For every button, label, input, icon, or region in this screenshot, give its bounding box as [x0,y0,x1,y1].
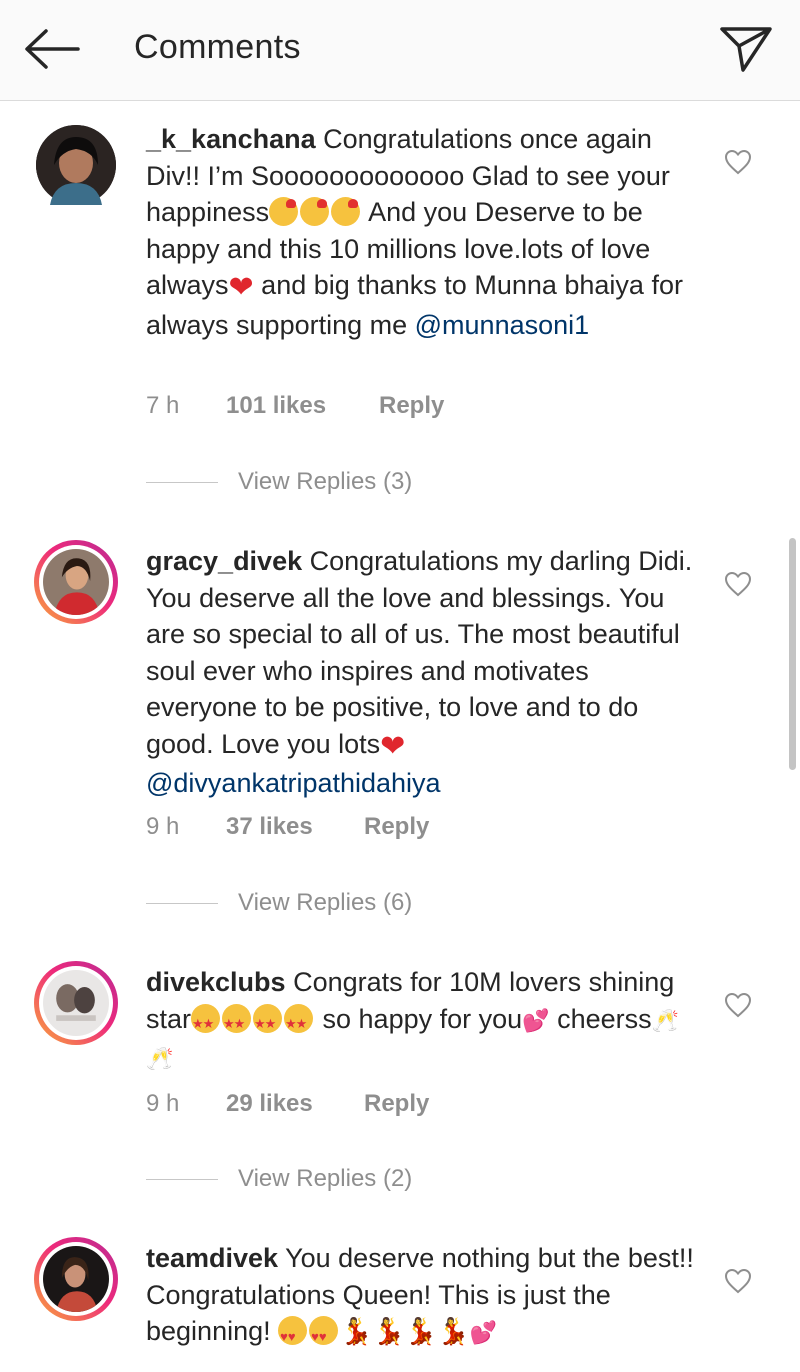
comment-text: _k_kanchana Congratulations once again D… [146,121,706,343]
kiss-emoji-icon [269,197,362,227]
star-struck-emoji-icon [191,1003,315,1042]
reply-button[interactable]: Reply [364,813,429,841]
scrollbar[interactable] [789,538,796,770]
avatar[interactable] [34,1237,118,1321]
profile-photo-icon [43,970,109,1036]
comment-username[interactable]: teamdivek [146,1243,278,1273]
like-heart-icon[interactable] [724,1268,752,1294]
view-replies-label: View Replies (2) [238,1165,413,1192]
comment-username[interactable]: _k_kanchana [146,124,316,154]
comment-text: teamdivek You deserve nothing but the be… [146,1240,706,1356]
mention-link[interactable]: @munnasoni1 [415,310,590,340]
comment-body-3: cheerss [549,1003,652,1034]
dancer-emoji-icon: 💃💃💃💃 [340,1316,470,1346]
view-replies-label: View Replies (3) [238,468,413,495]
top-bar: Comments [0,0,800,101]
view-replies-button[interactable]: View Replies (2) [146,1165,546,1195]
view-replies-button[interactable]: View Replies (3) [146,468,546,498]
comment-time: 9 h [146,1090,180,1117]
like-heart-icon[interactable] [724,149,752,175]
reply-button[interactable]: Reply [379,392,444,420]
mention-link[interactable]: @divyankatripathidahiya [146,768,441,798]
divider [146,903,218,904]
comment-text: divekclubs Congrats for 10M lovers shini… [146,964,706,1078]
comments-list[interactable]: _k_kanchana Congratulations once again D… [0,101,800,1372]
likes-count[interactable]: 37 likes [226,813,313,841]
direct-message-icon[interactable] [718,24,774,74]
comment-username[interactable]: divekclubs [146,967,286,997]
reply-button[interactable]: Reply [364,1090,429,1118]
comment-time: 9 h [146,813,180,840]
likes-count[interactable]: 29 likes [226,1090,313,1118]
red-heart-emoji-icon: ❤ [228,271,254,304]
comment-time: 7 h [146,392,180,419]
profile-photo-icon [36,125,116,205]
two-hearts-emoji-icon: 💕 [469,1320,498,1345]
comment-text: gracy_divek Congratulations my darling D… [146,543,706,802]
profile-photo-icon [43,549,109,615]
likes-count[interactable]: 101 likes [226,392,326,420]
comment-body-2: so happy for you [315,1003,523,1034]
comment-body-1: Congratulations my darling Didi. You des… [146,546,693,759]
avatar[interactable] [36,125,116,205]
divider [146,482,218,483]
back-arrow-icon[interactable] [22,26,82,72]
divider [146,1179,218,1180]
avatar[interactable] [34,961,118,1045]
page-title: Comments [134,28,301,66]
avatar[interactable] [34,540,118,624]
heart-eyes-emoji-icon [278,1316,340,1356]
red-heart-emoji-icon: ❤ [380,729,406,763]
like-heart-icon[interactable] [724,571,752,597]
comment-username[interactable]: gracy_divek [146,546,302,576]
view-replies-button[interactable]: View Replies (6) [146,889,546,919]
like-heart-icon[interactable] [724,992,752,1018]
view-replies-label: View Replies (6) [238,889,413,916]
two-hearts-emoji-icon: 💕 [522,1007,550,1033]
profile-photo-icon [43,1246,109,1312]
